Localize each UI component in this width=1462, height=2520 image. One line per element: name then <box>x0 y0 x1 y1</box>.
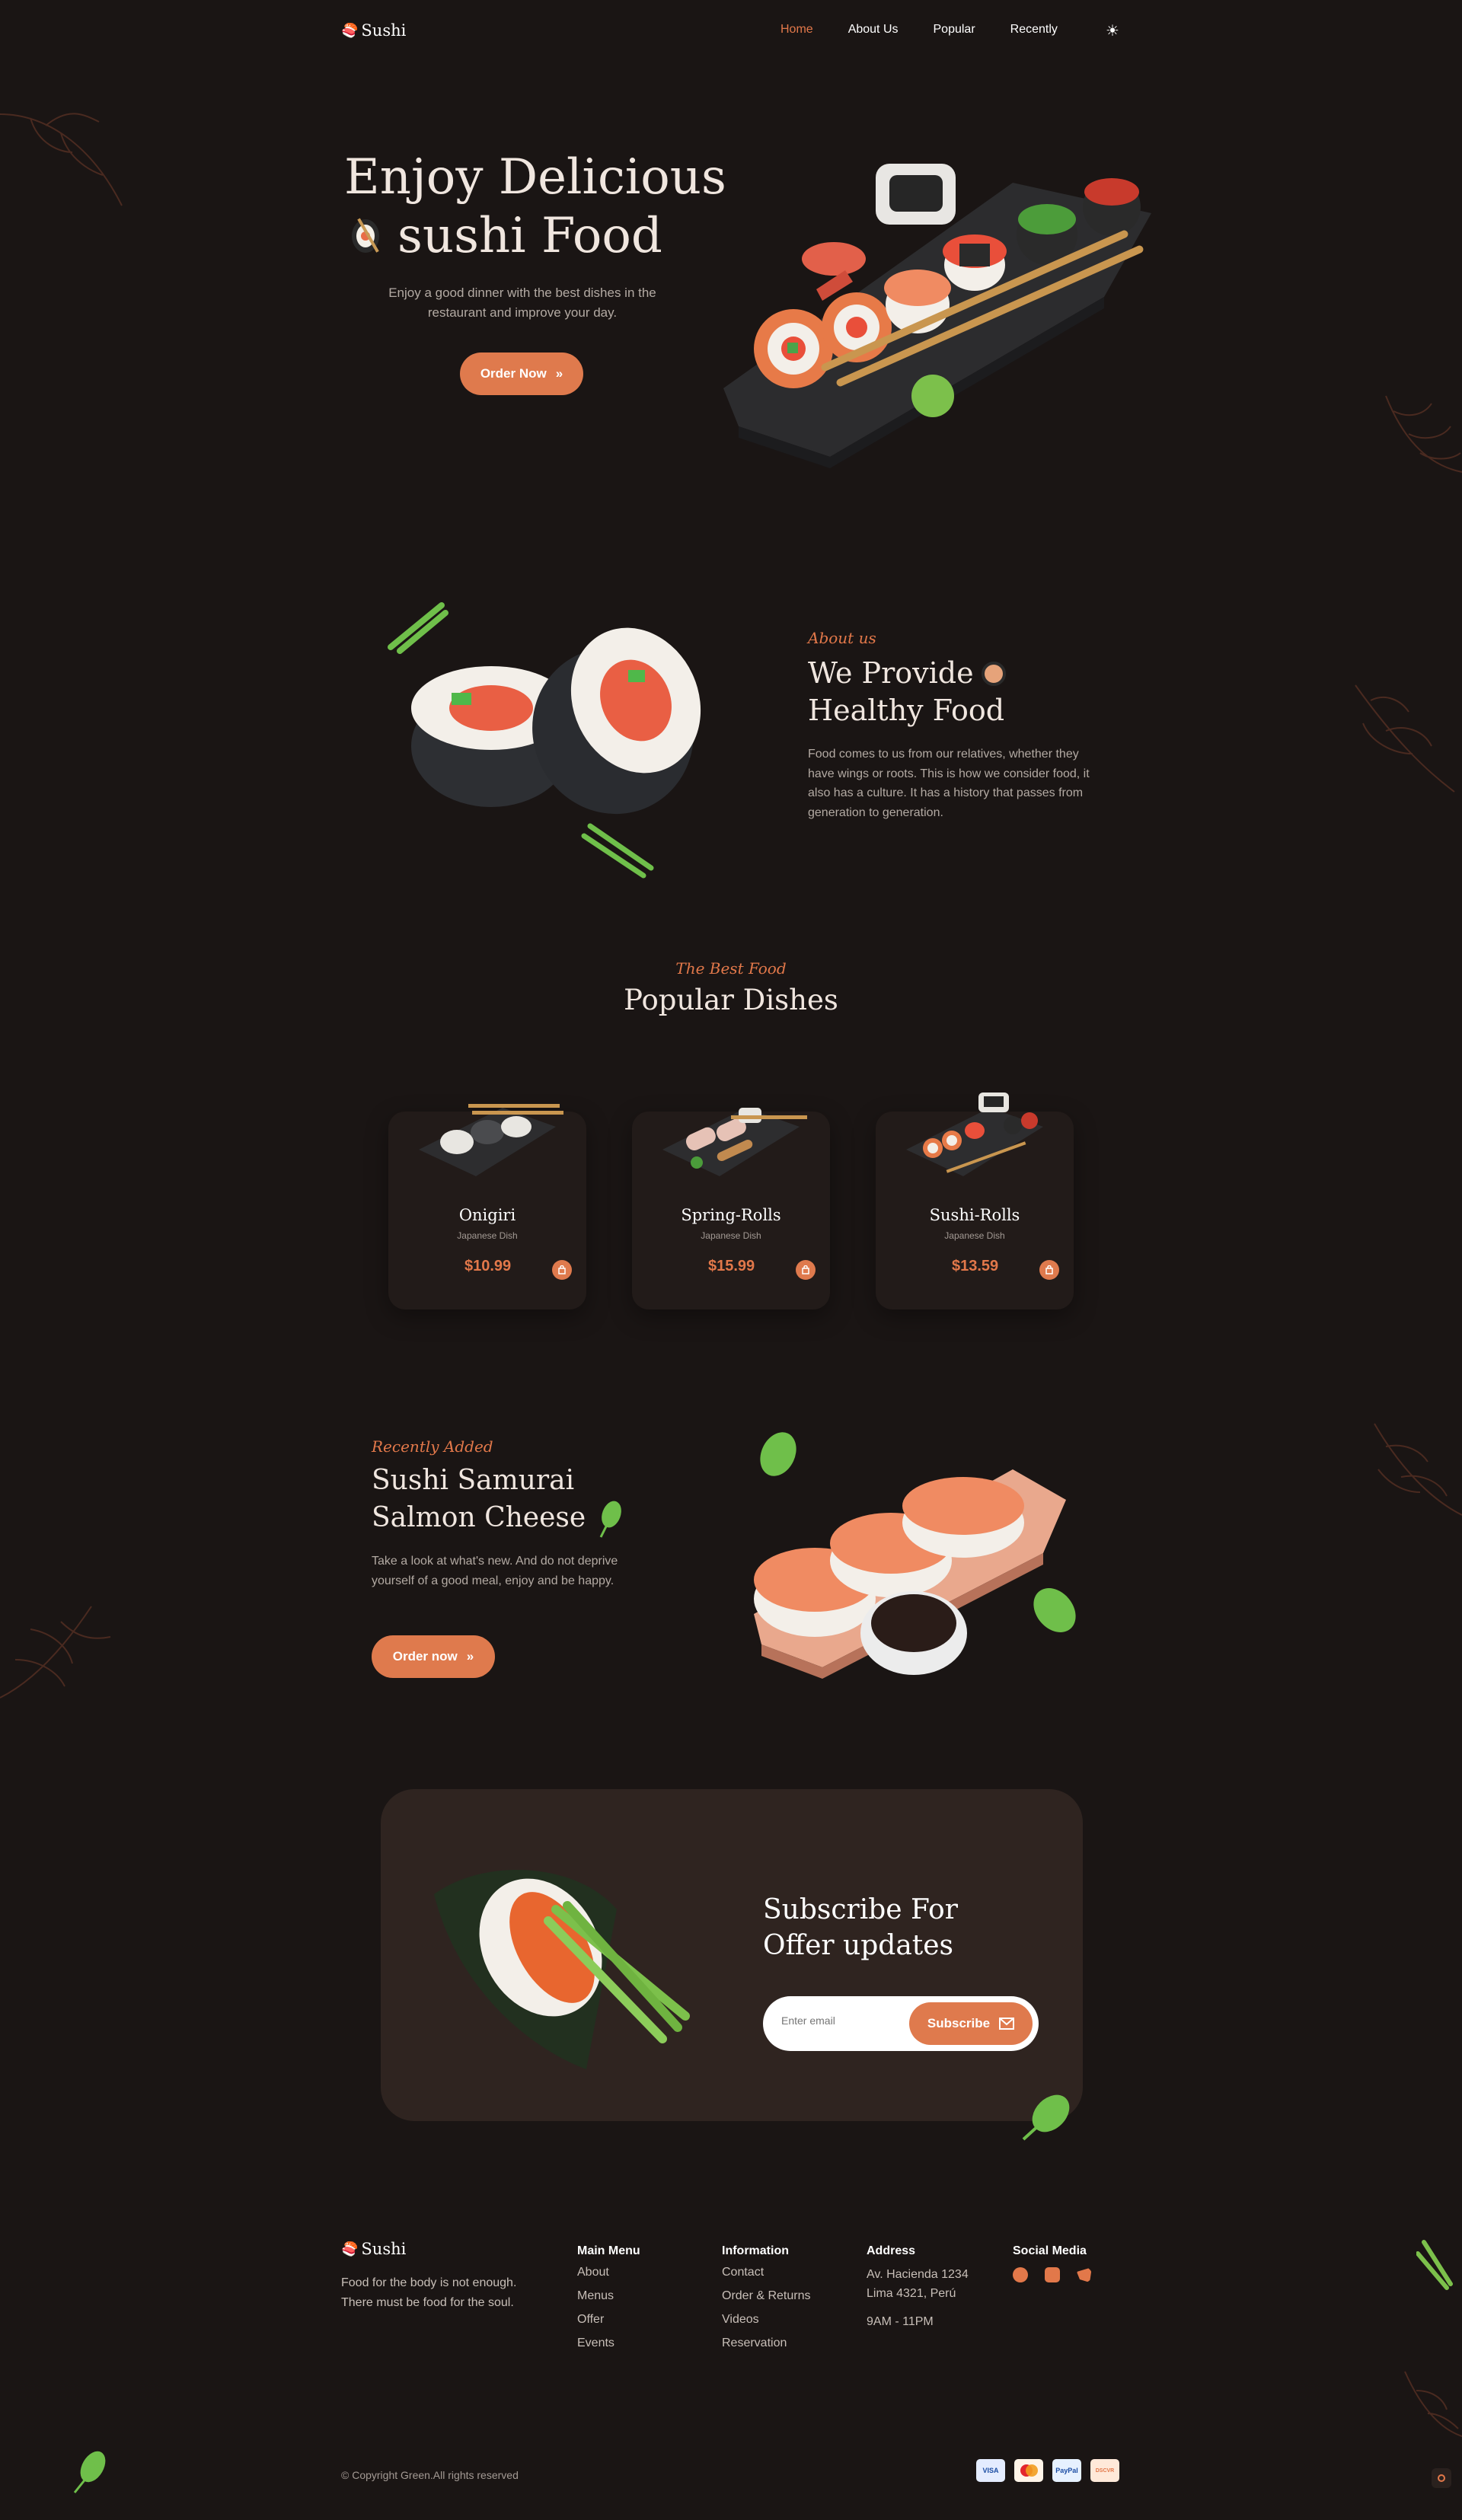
dish-type: Japanese Dish <box>944 1230 1005 1241</box>
leaf-outline-decoration <box>0 113 123 206</box>
hero-title: Enjoy Delicious sushi Food <box>344 149 726 264</box>
dish-type: Japanese Dish <box>701 1230 761 1241</box>
footer-link-order-returns[interactable]: Order & Returns <box>722 2289 810 2303</box>
visa-card-icon: VISA <box>976 2459 1005 2482</box>
dish-name: Onigiri <box>458 1206 516 1224</box>
dish-card[interactable]: Sushi-Rolls Japanese Dish $13.59 <box>876 1093 1074 1309</box>
sushi-roll-icon <box>352 218 379 254</box>
recent-order-now-button[interactable]: Order now » <box>372 1635 495 1678</box>
recent-description: Take a look at what's new. And do not de… <box>372 1555 618 1587</box>
temaki-hand-roll-image <box>434 1869 690 2069</box>
dish-name: Spring-Rolls <box>681 1206 781 1224</box>
sushi-logo-icon: 🍣 <box>341 2241 359 2257</box>
footer-link-videos[interactable]: Videos <box>722 2313 810 2327</box>
footer-link-about[interactable]: About <box>577 2266 640 2279</box>
double-chevron-right-icon: » <box>466 1649 474 1664</box>
green-onion-icon <box>1416 2240 1453 2290</box>
dish-price: $13.59 <box>952 1258 999 1274</box>
envelope-icon <box>999 2018 1015 2030</box>
leaf-outline-decoration <box>0 1606 111 1699</box>
opening-hours: 9AM - 11PM <box>867 2314 934 2328</box>
spinach-leaf-icon <box>73 2451 106 2493</box>
sushi-rolls-image <box>388 602 701 879</box>
spinach-leaf-icon <box>1022 2094 1070 2141</box>
spring-rolls-image <box>662 1108 807 1176</box>
popular-kicker: The Best Food <box>675 959 787 978</box>
footer-information: Information Contact Order & Returns Vide… <box>722 2244 811 2350</box>
dish-price: $10.99 <box>464 1258 512 1274</box>
instagram-icon[interactable] <box>1045 2267 1060 2282</box>
footer-social: Social Media <box>1013 2244 1092 2282</box>
sushi-rolls-plate-image <box>906 1093 1043 1176</box>
footer-address: Address Av. Hacienda 1234 Lima 4321, Per… <box>867 2244 969 2331</box>
subscribe-form: Subscribe <box>763 1996 1039 2051</box>
popular-title: Popular Dishes <box>624 984 838 1016</box>
hero-order-now-button[interactable]: Order Now » <box>460 352 583 395</box>
add-to-cart-bag-icon[interactable] <box>1039 1260 1059 1280</box>
recent-title: Sushi Samurai Salmon Cheese <box>372 1463 622 1539</box>
dish-card[interactable]: Onigiri Japanese Dish $10.99 <box>388 1104 586 1309</box>
double-chevron-right-icon: » <box>555 366 563 381</box>
footer-main-menu: Main Menu About Menus Offer Events <box>577 2244 640 2350</box>
header-logo[interactable]: 🍣 Sushi <box>341 21 406 40</box>
hero-description: Enjoy a good dinner with the best dishes… <box>388 285 656 320</box>
dish-card[interactable]: Spring-Rolls Japanese Dish $15.99 <box>632 1108 830 1309</box>
about-title: We Provide Healthy Food <box>808 656 1006 728</box>
address-line2: Lima 4321, Perú <box>867 2286 956 2300</box>
sushi-platter-image <box>723 164 1151 468</box>
email-input[interactable] <box>781 2014 903 2027</box>
footer-link-contact[interactable]: Contact <box>722 2266 810 2279</box>
onigiri-image <box>419 1104 563 1176</box>
discover-card-icon: DSCVR <box>1090 2459 1119 2482</box>
footer-link-events[interactable]: Events <box>577 2337 640 2350</box>
paypal-icon: PayPal <box>1052 2459 1081 2482</box>
leaf-outline-decoration <box>1385 395 1462 473</box>
dish-type: Japanese Dish <box>457 1230 518 1241</box>
sushi-bowl-icon <box>981 661 1006 686</box>
address-line1: Av. Hacienda 1234 <box>867 2268 969 2281</box>
payment-methods: VISA PayPal DSCVR <box>976 2459 1119 2482</box>
about-kicker: About us <box>808 629 876 647</box>
dish-name: Sushi-Rolls <box>929 1206 1020 1224</box>
leaf-outline-decoration <box>1355 684 1455 793</box>
facebook-icon[interactable] <box>1013 2267 1028 2282</box>
sushi-logo-icon: 🍣 <box>341 22 359 39</box>
about-description: Food comes to us from our relatives, whe… <box>808 748 1090 819</box>
salmon-nigiri-board-image <box>754 1432 1076 1679</box>
footer-link-menus[interactable]: Menus <box>577 2289 640 2303</box>
nav-recently[interactable]: Recently <box>1010 23 1058 37</box>
leaf-outline-decoration <box>1404 2371 1462 2437</box>
add-to-cart-bag-icon[interactable] <box>552 1260 572 1280</box>
footer-link-offer[interactable]: Offer <box>577 2313 640 2327</box>
subscribe-title: Subscribe For Offer updates <box>763 1894 958 1961</box>
subscribe-button[interactable]: Subscribe <box>909 2002 1033 2045</box>
footer-logo[interactable]: 🍣 Sushi <box>341 2240 406 2258</box>
copyright: © Copyright Green.All rights reserved <box>341 2469 519 2481</box>
nav-home[interactable]: Home <box>780 23 813 37</box>
spinach-leaf-icon <box>599 1501 622 1538</box>
scroll-up-icon <box>1438 2474 1445 2482</box>
nav-popular[interactable]: Popular <box>934 23 975 37</box>
add-to-cart-bag-icon[interactable] <box>796 1260 816 1280</box>
recent-kicker: Recently Added <box>372 1437 493 1456</box>
leaf-outline-decoration <box>1374 1423 1462 1516</box>
main-nav: Home About Us Popular Recently <box>780 23 1058 37</box>
theme-toggle-sun-icon[interactable]: ☀ <box>1106 21 1119 40</box>
nav-about-us[interactable]: About Us <box>848 23 899 37</box>
mastercard-icon <box>1014 2459 1043 2482</box>
footer-tagline: Food for the body is not enough. There m… <box>341 2276 517 2309</box>
scroll-up-button[interactable] <box>1432 2468 1451 2488</box>
dish-price: $15.99 <box>708 1258 755 1274</box>
twitter-icon[interactable] <box>1077 2267 1092 2282</box>
footer-link-reservation[interactable]: Reservation <box>722 2337 810 2350</box>
